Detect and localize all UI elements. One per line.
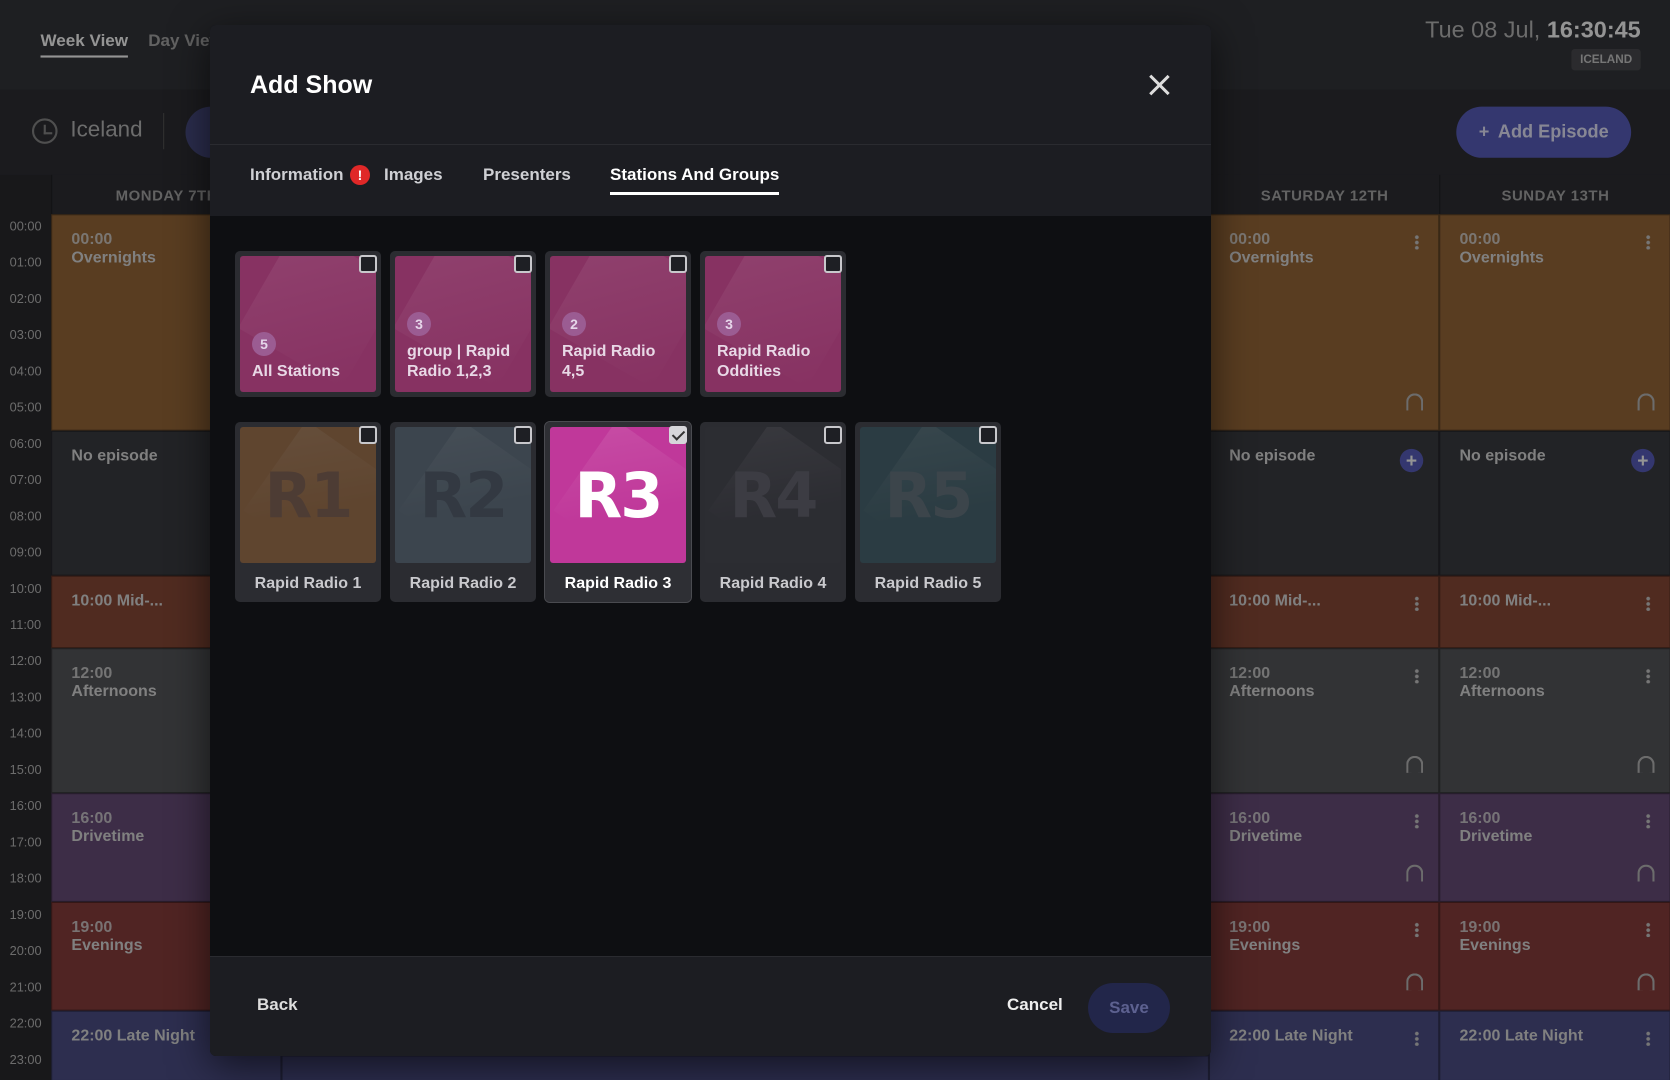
save-button[interactable]: Save [1088, 983, 1170, 1033]
group-tile: 2 Rapid Radio 4,5 [550, 256, 686, 392]
station-code: R4 [729, 458, 819, 532]
group-name: All Stations [252, 363, 341, 380]
station-logo: R2 [395, 427, 531, 563]
add-show-modal: Add Show Information ! Images Presenters… [210, 25, 1211, 1056]
group-count: 3 [717, 312, 741, 336]
modal-header: Add Show [210, 25, 1211, 145]
station-code: R2 [419, 458, 509, 532]
station-card-r4[interactable]: R4 Rapid Radio 4 [700, 422, 846, 602]
group-tile: 5 All Stations [240, 256, 376, 392]
group-name: Rapid Radio 4,5 [562, 343, 656, 380]
station-logo: R4 [705, 427, 841, 563]
group-card-rapid-radio-123[interactable]: 3 group | Rapid Radio 1,2,3 [390, 251, 536, 397]
station-logo: R1 [240, 427, 376, 563]
modal-tabs: Information ! Images Presenters Stations… [210, 145, 1211, 216]
tab-stations-and-groups[interactable]: Stations And Groups [610, 165, 780, 195]
group-name: group | Rapid Radio 1,2,3 [407, 343, 511, 380]
back-button[interactable]: Back [257, 995, 298, 1015]
group-checkbox[interactable] [514, 255, 532, 273]
station-checkbox[interactable] [824, 426, 842, 444]
group-name: Rapid Radio Oddities [717, 343, 811, 380]
station-checkbox[interactable] [359, 426, 377, 444]
station-code: R3 [574, 458, 664, 532]
group-checkbox[interactable] [824, 255, 842, 273]
tab-images[interactable]: Images [384, 165, 443, 192]
station-card-r5[interactable]: R5 Rapid Radio 5 [855, 422, 1001, 602]
station-logo: R3 [550, 427, 686, 563]
group-card-rapid-radio-45[interactable]: 2 Rapid Radio 4,5 [545, 251, 691, 397]
station-name: Rapid Radio 2 [409, 575, 517, 592]
group-tile: 3 group | Rapid Radio 1,2,3 [395, 256, 531, 392]
station-code: R1 [264, 458, 354, 532]
station-card-r2[interactable]: R2 Rapid Radio 2 [390, 422, 536, 602]
station-card-r1[interactable]: R1 Rapid Radio 1 [235, 422, 381, 602]
tab-presenters[interactable]: Presenters [483, 165, 571, 192]
modal-title: Add Show [250, 71, 373, 99]
station-name: Rapid Radio 3 [564, 575, 672, 592]
station-checkbox[interactable] [669, 426, 687, 444]
group-count: 3 [407, 312, 431, 336]
group-card-rapid-radio-oddities[interactable]: 3 Rapid Radio Oddities [700, 251, 846, 397]
group-count: 2 [562, 312, 586, 336]
tab-information[interactable]: Information [250, 165, 344, 192]
station-name: Rapid Radio 5 [874, 575, 982, 592]
modal-footer: Back Cancel Save [210, 956, 1211, 1056]
station-code: R5 [884, 458, 974, 532]
error-icon: ! [350, 165, 370, 185]
cancel-button[interactable]: Cancel [1007, 995, 1063, 1015]
station-name: Rapid Radio 1 [254, 575, 362, 592]
station-card-r3[interactable]: R3 Rapid Radio 3 [544, 421, 692, 603]
group-count: 5 [252, 332, 276, 356]
group-checkbox[interactable] [359, 255, 377, 273]
station-name: Rapid Radio 4 [719, 575, 827, 592]
close-icon[interactable] [1145, 71, 1173, 99]
station-logo: R5 [860, 427, 996, 563]
station-checkbox[interactable] [514, 426, 532, 444]
group-checkbox[interactable] [669, 255, 687, 273]
station-checkbox[interactable] [979, 426, 997, 444]
group-card-all-stations[interactable]: 5 All Stations [235, 251, 381, 397]
group-tile: 3 Rapid Radio Oddities [705, 256, 841, 392]
